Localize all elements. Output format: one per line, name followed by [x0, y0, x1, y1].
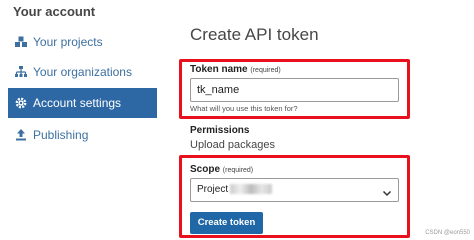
token-name-input[interactable]: tk_name	[190, 78, 399, 102]
required-note: (required)	[250, 67, 281, 74]
gear-icon	[14, 96, 28, 110]
main-content: Create API token Token name (required) t…	[179, 0, 474, 240]
sidebar-item-your-organizations[interactable]: Your organizations	[8, 57, 157, 87]
create-token-button[interactable]: Create token	[190, 212, 263, 234]
scope-select[interactable]: Project	[190, 178, 399, 202]
sidebar-item-label: Your projects	[33, 35, 103, 49]
sidebar-item-label: Your organizations	[33, 65, 132, 79]
sidebar: Your account Your projects Your organiza…	[0, 0, 160, 240]
cubes-icon	[14, 35, 28, 49]
sidebar-item-publishing[interactable]: Publishing	[8, 120, 157, 150]
page: Your account Your projects Your organiza…	[0, 0, 474, 240]
required-note: (required)	[222, 167, 254, 174]
sitemap-icon	[14, 65, 28, 79]
permissions-value: Upload packages	[190, 139, 276, 151]
sidebar-item-label: Publishing	[33, 128, 89, 142]
sidebar-heading: Your account	[13, 4, 96, 19]
page-title: Create API token	[190, 25, 319, 44]
sidebar-item-your-projects[interactable]: Your projects	[8, 27, 157, 57]
scope-label: Scope (required)	[190, 164, 253, 175]
sidebar-item-account-settings[interactable]: Account settings	[8, 88, 157, 118]
scope-selected-value: Project	[197, 184, 229, 195]
redacted-project-name	[230, 184, 273, 195]
chevron-down-icon	[382, 185, 392, 197]
permissions-heading: Permissions	[190, 125, 250, 136]
token-name-help: What will you use this token for?	[190, 104, 298, 113]
upload-icon	[14, 128, 28, 142]
sidebar-item-label: Account settings	[33, 96, 122, 110]
scope-label-text: Scope	[190, 164, 221, 175]
watermark: CSDN @eon550	[425, 230, 470, 236]
token-name-label-text: Token name	[190, 64, 248, 75]
token-name-label: Token name (required)	[190, 64, 281, 75]
